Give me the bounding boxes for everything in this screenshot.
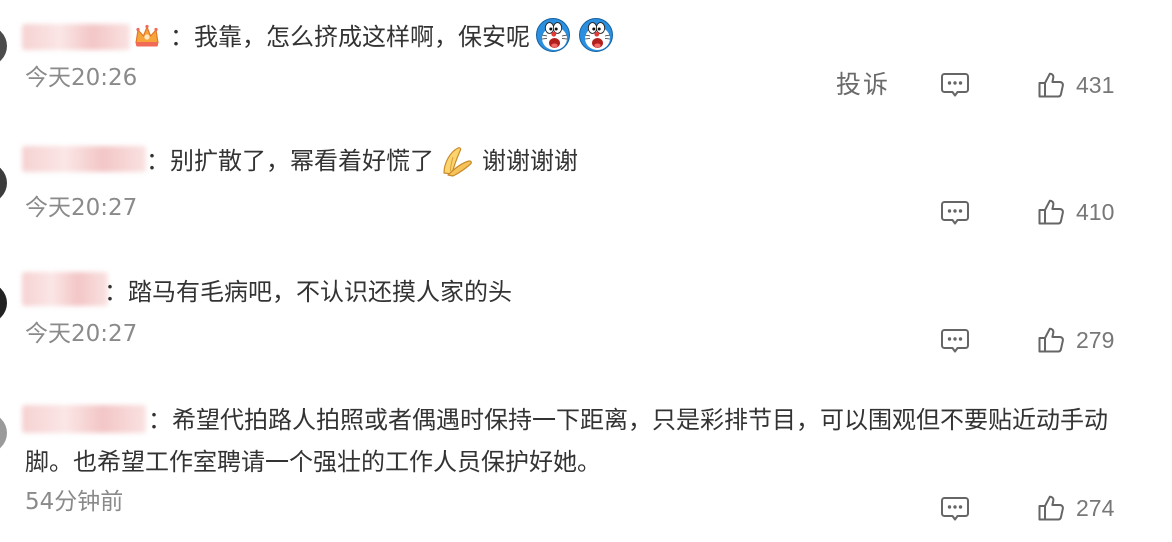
comment-time: 今天20:27: [25, 195, 138, 221]
comment-icon: [941, 73, 969, 97]
comment-icon: [941, 201, 969, 225]
report-button[interactable]: 投诉: [836, 71, 890, 99]
thumbs-up-icon: [1038, 199, 1064, 225]
reply-button[interactable]: [940, 72, 970, 98]
like-button[interactable]: 431: [1037, 71, 1114, 99]
comment-text: ：希望代拍路人拍照或者偶遇时保持一下距离，只是彩排节目，可以围观但不要贴近动手动…: [25, 406, 1108, 476]
reply-button[interactable]: [940, 200, 970, 226]
like-count: 410: [1076, 199, 1115, 225]
like-count: 279: [1076, 327, 1115, 353]
pray-hands-emoji: [443, 147, 472, 177]
avatar[interactable]: [0, 283, 7, 323]
crown-badge-icon: [135, 24, 159, 47]
username-blurred[interactable]: [22, 272, 108, 306]
comment-text: ：踏马有毛病吧，不认识还摸人家的头: [104, 278, 512, 306]
comment-text: ：别扩散了，幂看着好慌了: [146, 147, 434, 175]
comment-list: ：我靠，怎么挤成这样啊，保安呢 今天20:26 投诉 431 ：别扩散了，幂看着…: [0, 0, 1172, 542]
like-button[interactable]: 274: [1037, 494, 1114, 522]
like-count: 431: [1076, 72, 1115, 98]
thumbs-up-icon: [1038, 72, 1064, 98]
comment-icon: [941, 497, 969, 521]
comment-text: ：我靠，怎么挤成这样啊，保安呢: [170, 23, 530, 51]
username-blurred[interactable]: [22, 146, 146, 172]
thumbs-up-icon: [1038, 495, 1064, 521]
comment-item: ：希望代拍路人拍照或者偶遇时保持一下距离，只是彩排节目，可以围观但不要贴近动手动…: [0, 383, 1172, 538]
comment-time: 今天20:27: [25, 321, 138, 347]
comment-text-after-emoji: 谢谢谢谢: [482, 147, 578, 175]
like-button[interactable]: 279: [1037, 326, 1114, 354]
username-blurred[interactable]: [22, 24, 130, 50]
reply-button[interactable]: [940, 496, 970, 522]
like-button[interactable]: 410: [1037, 198, 1114, 226]
reply-button[interactable]: [940, 328, 970, 354]
doraemon-shocked-emoji: [579, 18, 613, 52]
thumbs-up-icon: [1038, 327, 1064, 353]
like-count: 274: [1076, 495, 1115, 521]
avatar[interactable]: [0, 26, 7, 66]
comment-time: 今天20:26: [25, 65, 138, 91]
avatar[interactable]: [0, 163, 7, 203]
comment-item: ：踏马有毛病吧，不认识还摸人家的头 今天20:27 279: [0, 255, 1172, 375]
comment-icon: [941, 329, 969, 353]
comment-time: 54分钟前: [25, 489, 124, 515]
avatar[interactable]: [0, 413, 7, 453]
comment-item: ：别扩散了，幂看着好慌了 谢谢谢谢 今天20:27 410: [0, 127, 1172, 247]
comment-item: ：我靠，怎么挤成这样啊，保安呢 今天20:26 投诉 431: [0, 0, 1172, 120]
doraemon-shocked-emoji: [536, 18, 570, 52]
